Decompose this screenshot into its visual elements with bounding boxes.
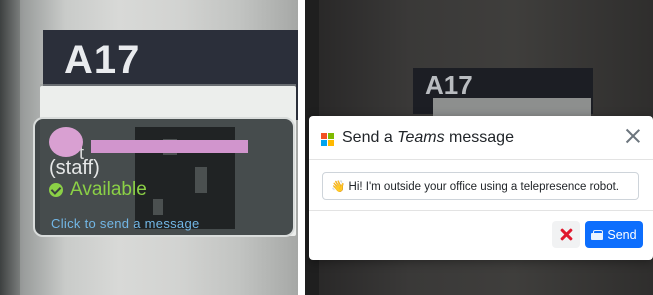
presence-status: Available	[49, 179, 147, 201]
dialog-title-suffix: message	[444, 129, 514, 146]
message-input[interactable]	[322, 172, 639, 200]
camera-view-ar-overlay: A17 t (staff) Available Click to send a …	[0, 0, 298, 295]
teams-message-dialog: Send a Teams message Send	[309, 116, 653, 260]
dialog-title-app: Teams	[397, 129, 445, 146]
room-number-label: A17	[425, 70, 473, 100]
dialog-title: Send a Teams message	[342, 129, 514, 147]
send-icon	[591, 229, 604, 240]
dialog-header: Send a Teams message	[309, 116, 653, 160]
dialog-footer: Send	[309, 210, 653, 260]
send-button[interactable]: Send	[585, 221, 643, 248]
avatar	[49, 127, 83, 157]
send-message-link[interactable]: Click to send a message	[51, 216, 200, 231]
dialog-title-prefix: Send a	[342, 129, 398, 146]
cancel-button[interactable]	[552, 221, 580, 248]
qr-code-module	[153, 199, 163, 215]
panel-divider	[298, 0, 305, 295]
role-label: (staff)	[49, 157, 100, 179]
room-number-label: A17	[64, 38, 141, 82]
microsoft-logo-icon	[321, 133, 334, 146]
name-redaction-bar	[91, 140, 248, 153]
send-button-label: Send	[607, 227, 637, 242]
wall-shadow	[0, 0, 20, 295]
presence-card[interactable]: t (staff) Available Click to send a mess…	[33, 117, 295, 237]
camera-view-dialog: A17 Send a Teams message Send	[305, 0, 653, 295]
check-circle-icon	[49, 183, 63, 197]
close-icon[interactable]	[623, 126, 643, 146]
status-label: Available	[70, 179, 147, 200]
qr-code-module	[195, 167, 207, 193]
close-x-icon	[559, 226, 573, 242]
